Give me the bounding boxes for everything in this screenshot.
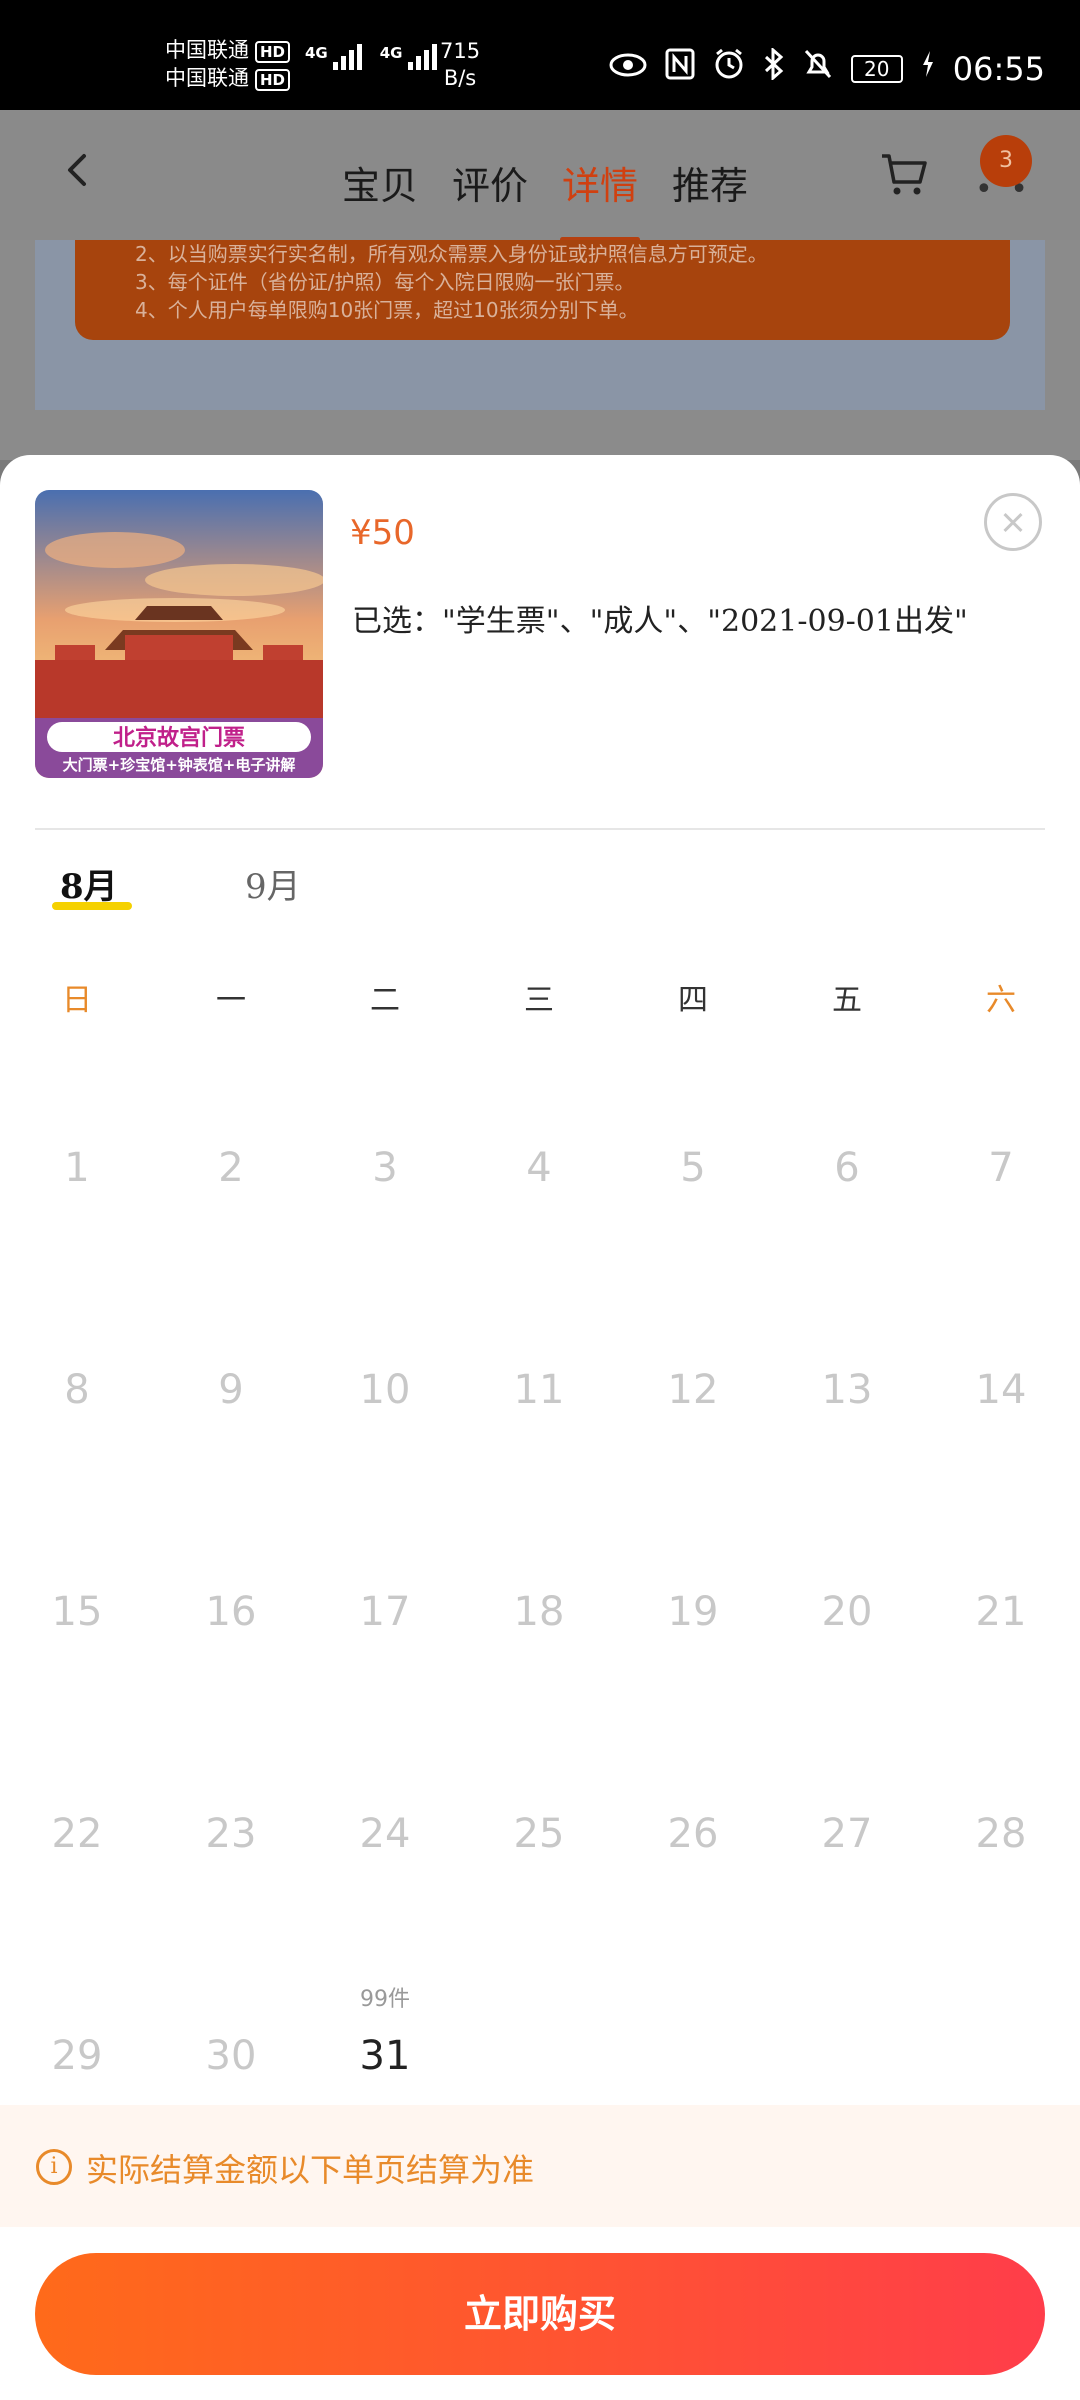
calendar-day: 25 bbox=[513, 1811, 565, 1857]
calendar-day: 28 bbox=[975, 1811, 1027, 1857]
calendar-day[interactable]: 31 bbox=[345, 2033, 425, 2079]
charging-icon bbox=[921, 50, 935, 87]
calendar-day: 12 bbox=[667, 1367, 719, 1413]
calendar-day: 17 bbox=[359, 1589, 411, 1635]
calendar-day: 24 bbox=[359, 1811, 411, 1857]
network-speed: 715 B/s bbox=[440, 39, 481, 90]
calendar-day: 29 bbox=[51, 2033, 103, 2079]
calendar-day: 23 bbox=[205, 1811, 257, 1857]
signal-indicators: 4G 4G bbox=[305, 44, 437, 70]
selected-options: 已选："学生票"、"成人"、"2021-09-01出发" bbox=[352, 604, 968, 639]
info-icon: i bbox=[36, 2149, 72, 2185]
calendar-day: 18 bbox=[513, 1589, 565, 1635]
calendar-day: 30 bbox=[205, 2033, 257, 2079]
calendar-day: 7 bbox=[988, 1145, 1014, 1191]
calendar-day: 14 bbox=[975, 1367, 1027, 1413]
hd-badge-1: HD bbox=[255, 41, 291, 63]
purchase-notice: 2、以当购票实行实名制，所有观众需票入身份证或护照信息方可预定。 3、每个证件（… bbox=[75, 240, 1010, 340]
carrier-1: 中国联通 bbox=[165, 38, 249, 62]
tip-text: 实际结算金额以下单页结算为准 bbox=[86, 2151, 535, 2189]
month-tabs: 8月 9月 bbox=[0, 837, 1080, 917]
alarm-icon bbox=[713, 48, 745, 89]
calendar-day: 2 bbox=[218, 1145, 244, 1191]
tab-baobei[interactable]: 宝贝 bbox=[340, 155, 420, 210]
calendar-day: 5 bbox=[680, 1145, 706, 1191]
product-page-header: 宝贝 评价 详情 推荐 • • 3 bbox=[0, 110, 1080, 242]
hd-badge-2: HD bbox=[255, 69, 291, 91]
status-icons: 20 06:55 bbox=[609, 46, 1045, 89]
back-arrow-icon[interactable] bbox=[60, 150, 96, 190]
tab-recommend[interactable]: 推荐 bbox=[670, 155, 750, 210]
calendar-day: 8 bbox=[64, 1367, 90, 1413]
sku-selector-sheet: 北京故宫门票 大门票+珍宝馆+钟表馆+电子讲解 ¥50 已选："学生票"、"成人… bbox=[0, 455, 1080, 2400]
calendar-day: 21 bbox=[975, 1589, 1027, 1635]
bluetooth-icon bbox=[763, 46, 785, 89]
close-icon[interactable] bbox=[984, 493, 1042, 551]
weekday-sat: 六 bbox=[986, 983, 1016, 1018]
product-tabs: 宝贝 评价 详情 推荐 bbox=[340, 155, 750, 242]
calendar-day: 3 bbox=[372, 1145, 398, 1191]
calendar-day: 10 bbox=[359, 1367, 411, 1413]
weekday-mon: 一 bbox=[216, 983, 246, 1018]
day-stock-label: 99件 bbox=[360, 1987, 410, 2012]
tab-month-september[interactable]: 9月 bbox=[245, 837, 301, 908]
thumbnail-title: 北京故宫门票 bbox=[113, 725, 245, 751]
mute-bell-icon bbox=[803, 48, 833, 89]
signal-icon-2: 4G bbox=[380, 44, 437, 70]
calendar-day: 11 bbox=[513, 1367, 565, 1413]
active-month-indicator bbox=[52, 902, 132, 910]
product-page-body: 2、以当购票实行实名制，所有观众需票入身份证或护照信息方可预定。 3、每个证件（… bbox=[0, 240, 1080, 460]
calendar-day: 13 bbox=[821, 1367, 873, 1413]
calendar-day: 9 bbox=[218, 1367, 244, 1413]
calendar-day: 6 bbox=[834, 1145, 860, 1191]
weekday-header: 日 一 二 三 四 五 六 bbox=[0, 975, 1080, 1025]
signal-icon-1: 4G bbox=[305, 44, 362, 70]
calendar-day: 19 bbox=[667, 1589, 719, 1635]
battery-icon: 20 bbox=[850, 54, 903, 83]
tab-details[interactable]: 详情 bbox=[560, 155, 641, 242]
divider bbox=[35, 828, 1045, 830]
weekday-thu: 四 bbox=[678, 983, 708, 1018]
cart-count-badge: 3 bbox=[980, 135, 1032, 187]
buy-now-button[interactable]: 立即购买 bbox=[35, 2253, 1045, 2375]
calendar-day: 1 bbox=[64, 1145, 90, 1191]
carrier-info: 中国联通 HD 中国联通 HD bbox=[165, 36, 291, 92]
weekday-wed: 三 bbox=[524, 983, 554, 1018]
calendar-day: 22 bbox=[51, 1811, 103, 1857]
tab-reviews[interactable]: 评价 bbox=[450, 155, 530, 210]
product-thumbnail: 北京故宫门票 大门票+珍宝馆+钟表馆+电子讲解 bbox=[35, 490, 323, 778]
clock-time: 06:55 bbox=[952, 49, 1045, 88]
calendar-day: 4 bbox=[526, 1145, 552, 1191]
calendar-day: 16 bbox=[205, 1589, 257, 1635]
weekday-fri: 五 bbox=[832, 983, 862, 1018]
calendar-day: 15 bbox=[51, 1589, 103, 1635]
carrier-2: 中国联通 bbox=[165, 66, 249, 90]
weekday-tue: 二 bbox=[370, 983, 400, 1018]
nfc-icon bbox=[665, 48, 695, 89]
product-price: ¥50 bbox=[350, 513, 415, 553]
tab-month-august[interactable]: 8月 bbox=[60, 837, 118, 908]
notice-card: 2、以当购票实行实名制，所有观众需票入身份证或护照信息方可预定。 3、每个证件（… bbox=[35, 240, 1045, 410]
settlement-tip: i 实际结算金额以下单页结算为准 bbox=[0, 2105, 1080, 2227]
thumbnail-subtitle: 大门票+珍宝馆+钟表馆+电子讲解 bbox=[63, 756, 296, 774]
eye-icon bbox=[609, 51, 647, 87]
weekday-sun: 日 bbox=[62, 983, 92, 1018]
calendar-day: 26 bbox=[667, 1811, 719, 1857]
status-bar: 中国联通 HD 中国联通 HD 4G 4G 715 B/s 20 06:55 bbox=[0, 0, 1080, 110]
calendar-day: 20 bbox=[821, 1589, 873, 1635]
calendar-day: 27 bbox=[821, 1811, 873, 1857]
cart-icon[interactable] bbox=[880, 152, 928, 198]
